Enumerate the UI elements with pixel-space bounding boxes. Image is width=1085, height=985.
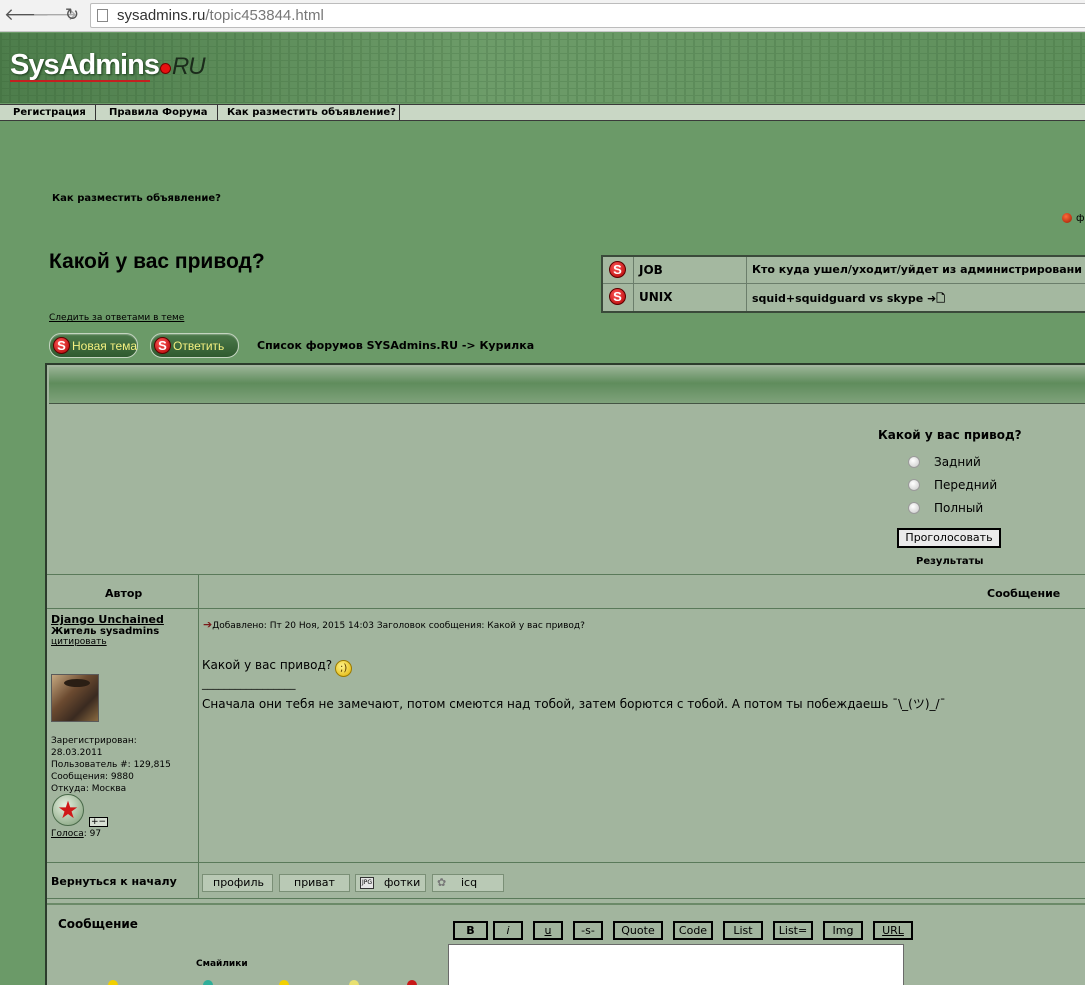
smiley-icon[interactable] [407,980,417,985]
message-header: Сообщение [987,587,1061,600]
related-title[interactable]: squid+squidguard vs skype ➜🗋 [748,284,949,315]
poll-radio[interactable] [908,502,920,514]
nav-registration[interactable]: Регистрация [13,107,86,118]
new-topic-button[interactable]: S Новая тема [49,333,138,358]
vote-button[interactable]: Проголосовать [897,528,1001,548]
site-logo[interactable]: SysAdmins RU [10,49,206,82]
quote-link[interactable]: цитировать [51,637,196,647]
reply-label: Ответить [173,339,225,353]
votes: Голоса: 97 [51,829,102,839]
smiley-icon[interactable] [279,980,289,985]
author-header: Автор [105,587,143,600]
advertise-link[interactable]: Как разместить объявление? [52,193,221,204]
browser-toolbar: 🡐 🡒 ↻ sysadmins.ru/topic453844.html [0,0,1085,32]
forward-arrow-icon[interactable]: 🡒 [32,5,78,25]
posts-header-row: Автор Сообщение [47,574,1085,609]
jpg-icon: JPG [360,877,374,889]
reply-button[interactable]: S Ответить [150,333,239,358]
author-name[interactable]: Django Unchained [51,613,196,626]
related-row[interactable]: S JOB Кто куда ушел/уходит/уйдет из адми… [603,257,1085,284]
breadcrumb[interactable]: Список форумов SYSAdmins.RU -> Курилка [257,339,534,352]
profile-button[interactable]: профиль [202,874,273,892]
smiley-icon[interactable] [349,980,359,985]
page-icon [97,9,108,22]
poll-radio[interactable] [908,479,920,491]
url-button[interactable]: URL [873,921,913,940]
italic-button[interactable]: i [493,921,523,940]
ordered-list-button[interactable]: List= [773,921,813,940]
reply-message-label: Сообщение [58,917,138,931]
photos-button[interactable]: JPG фотки [355,874,426,892]
author-stats: Зарегистрирован: 28.03.2011 Пользователь… [51,736,171,794]
post-body: Какой у вас привод?;) [202,658,353,677]
post-author: Django Unchained Житель sysadmins цитиро… [51,613,196,647]
signature-separator: _________________ [202,677,296,690]
smilies-label: Смайлики [196,959,248,969]
results-link[interactable]: Результаты [916,556,983,567]
topic-title: Какой у вас привод? [49,250,265,273]
post-arrow-icon[interactable]: ➔ [203,618,212,631]
post-meta: ➔Добавлено: Пт 20 Ноя, 2015 14:03 Заголо… [203,618,585,631]
frame-header [49,367,1085,404]
strike-button[interactable]: -s- [573,921,603,940]
plus-minus-icon[interactable]: +− [89,817,109,827]
underline-button[interactable]: u [533,921,563,940]
url-text[interactable]: sysadmins.ru/topic453844.html [117,7,324,24]
site-header: SysAdmins RU [0,33,1085,103]
votes-link[interactable]: Голоса [51,829,84,839]
back-arrow-icon[interactable]: 🡐 [4,5,50,25]
signature: Сначала они тебя не замечают, потом смею… [202,697,946,711]
related-category[interactable]: UNIX [634,284,747,311]
top-nav: Регистрация Правила Форума Как разместит… [0,104,1085,121]
watch-topic-link[interactable]: Следить за ответами в теме [49,313,184,323]
message-textarea[interactable] [448,944,904,985]
poll-radio[interactable] [908,456,920,468]
reload-icon[interactable]: ↻ [62,5,82,25]
image-button[interactable]: Img [823,921,863,940]
quote-button[interactable]: Quote [613,921,663,940]
private-message-button[interactable]: приват [279,874,350,892]
related-category[interactable]: JOB [634,257,747,284]
right-link[interactable]: ф [1076,213,1085,224]
sysadmins-s-icon: S [154,337,171,354]
wink-smiley-icon: ;) [335,660,353,677]
address-bar[interactable]: sysadmins.ru/topic453844.html [90,3,1085,28]
nav-forum-rules[interactable]: Правила Форума [109,107,208,118]
icq-flower-icon: ✿ [437,876,447,889]
author-rank: Житель sysadmins [51,626,160,637]
related-row[interactable]: S UNIX squid+squidguard vs skype ➜🗋 [603,284,1085,311]
poll-question: Какой у вас привод? [878,428,1022,442]
bullet-icon [1062,213,1072,223]
topic-frame [45,363,1085,985]
sysadmins-s-icon: S [53,337,70,354]
sysadmins-s-icon: S [609,261,626,278]
smiley-icon[interactable] [108,980,118,985]
list-button[interactable]: List [723,921,763,940]
icq-button[interactable]: ✿ icq [432,874,504,892]
smiley-icon[interactable] [203,980,213,985]
back-to-top-link[interactable]: Вернуться к началу [51,875,177,888]
star-badge-icon: ★ [52,794,84,826]
avatar [51,674,99,722]
related-title[interactable]: Кто куда ушел/уходит/уйдет из администри… [748,257,1085,282]
related-topics: S JOB Кто куда ушел/уходит/уйдет из адми… [601,255,1085,313]
code-button[interactable]: Code [673,921,713,940]
new-topic-label: Новая тема [72,339,138,353]
bold-button[interactable]: B [453,921,488,940]
nav-how-to-advertise[interactable]: Как разместить объявление? [227,107,396,118]
sysadmins-s-icon: S [609,288,626,305]
